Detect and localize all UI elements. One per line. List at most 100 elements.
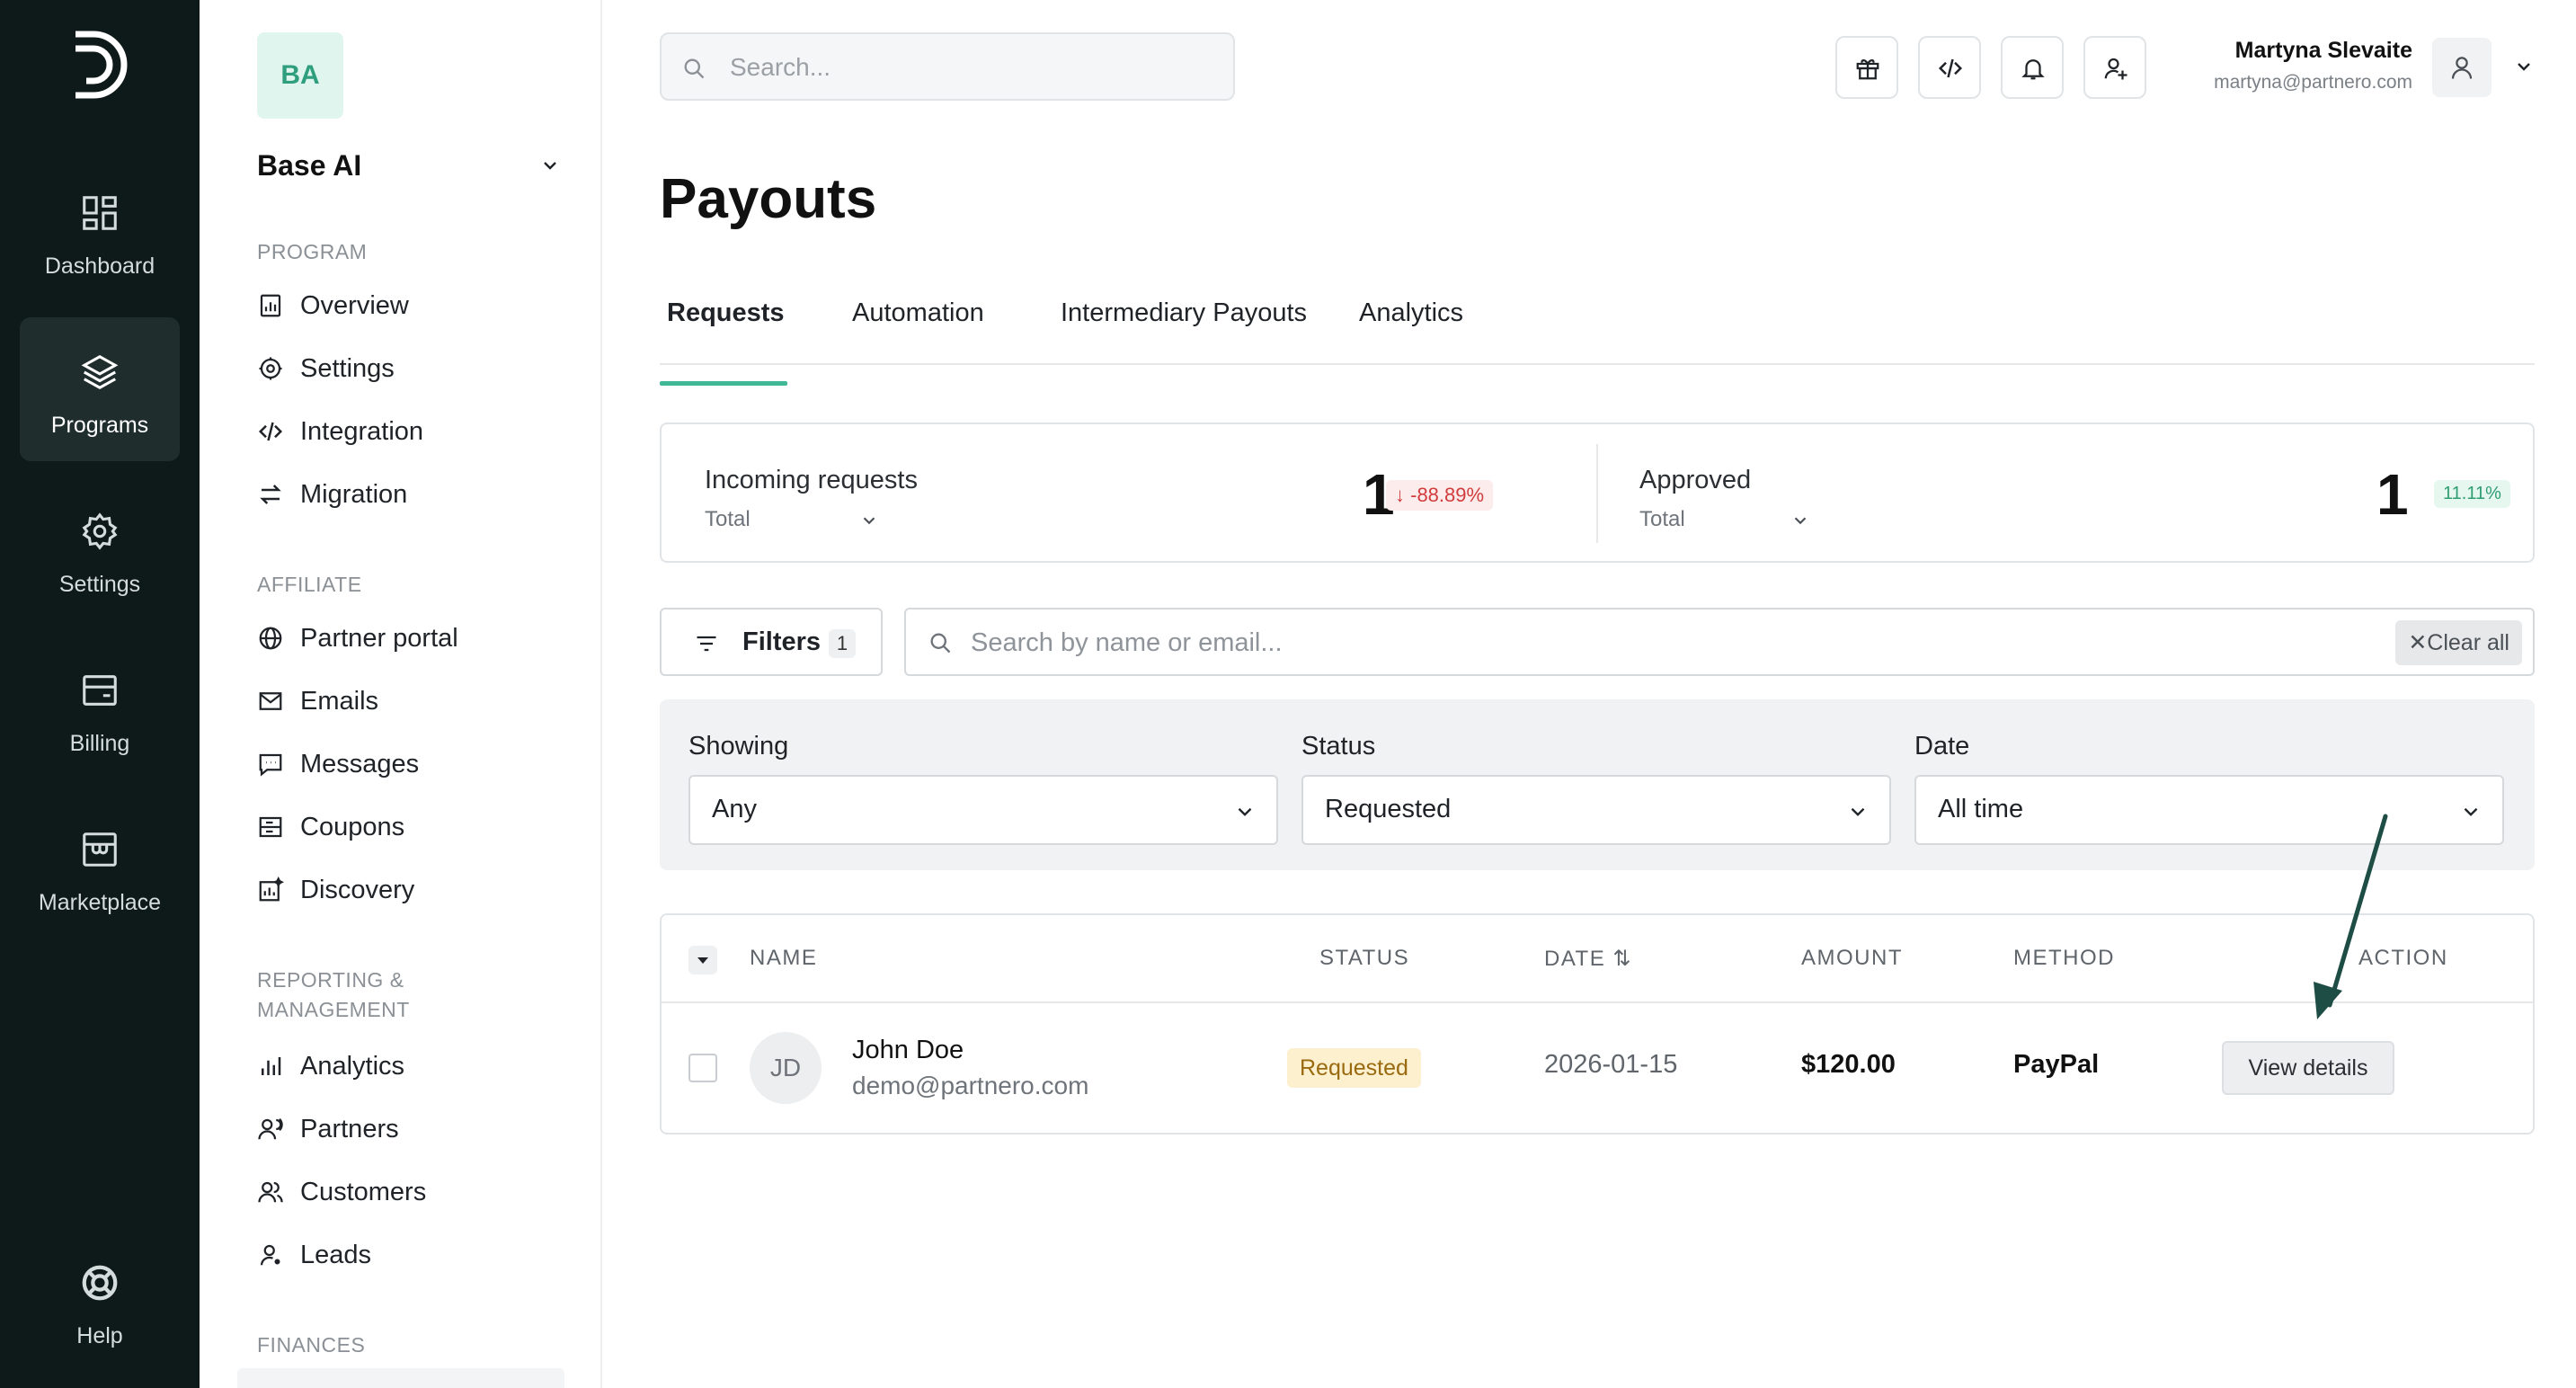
- column-header-date[interactable]: DATE ⇅: [1544, 946, 1632, 972]
- rail-item-label: Settings: [58, 572, 141, 597]
- rail-item-billing[interactable]: Billing: [20, 636, 180, 779]
- sidebar-item-label: Discovery: [300, 875, 415, 904]
- filter-status-select[interactable]: Requested: [1301, 775, 1891, 845]
- tab-label: Analytics: [1359, 298, 1464, 327]
- rail-item-label: Programs: [50, 413, 149, 438]
- filter-date-select[interactable]: All time: [1914, 775, 2504, 845]
- avatar: JD: [750, 1032, 822, 1104]
- rail-item-label: Dashboard: [44, 254, 155, 279]
- sidebar-item-migration[interactable]: Migration: [257, 475, 407, 514]
- global-search-input[interactable]: [730, 47, 1215, 88]
- rail-item-marketplace[interactable]: Marketplace: [20, 795, 180, 939]
- tab-label: Requests: [667, 298, 785, 327]
- program-sidebar: BA Base AI PROGRAM Overview Settings Int…: [200, 0, 602, 1388]
- bar-chart-icon: [262, 1057, 281, 1075]
- sidebar-item-discovery[interactable]: Discovery: [257, 870, 414, 910]
- user-avatar[interactable]: [2432, 38, 2492, 97]
- section-label-reporting: REPORTING & MANAGEMENT: [257, 965, 410, 1025]
- gift-button[interactable]: [1835, 36, 1898, 99]
- tab-label: Automation: [852, 298, 984, 327]
- stat-divider: [1596, 444, 1598, 543]
- rail-item-programs[interactable]: Programs: [20, 317, 180, 461]
- rail-item-settings[interactable]: Settings: [20, 476, 180, 620]
- filter-date-label: Date: [1914, 732, 1970, 761]
- sidebar-item-messages[interactable]: Messages: [257, 744, 419, 784]
- row-checkbox[interactable]: [688, 1054, 717, 1082]
- sidebar-item-customers[interactable]: Customers: [257, 1172, 426, 1212]
- rail-item-help[interactable]: Help: [20, 1228, 180, 1372]
- chevron-down-icon: [1851, 807, 1865, 816]
- stat-incoming-change: ↓ -88.89%: [1386, 480, 1494, 511]
- program-name[interactable]: Base AI: [257, 149, 361, 182]
- invite-user-button[interactable]: [2083, 36, 2146, 99]
- payouts-table: NAME STATUS DATE ⇅ AMOUNT METHOD ACTION …: [660, 913, 2535, 1134]
- sidebar-item-emails[interactable]: Emails: [257, 681, 378, 721]
- sidebar-item-partner-portal[interactable]: Partner portal: [257, 618, 458, 658]
- globe-icon: [259, 627, 282, 650]
- tab-analytics[interactable]: Analytics: [1359, 298, 1463, 365]
- sidebar-item-leads[interactable]: Leads: [257, 1235, 371, 1275]
- clear-all-button[interactable]: ✕Clear all: [2395, 620, 2522, 665]
- tab-bar: Requests Automation Intermediary Payouts…: [660, 279, 2535, 386]
- sidebar-item-label: Migration: [300, 479, 408, 509]
- notifications-button[interactable]: [2001, 36, 2064, 99]
- sidebar-item-finances-active[interactable]: [237, 1368, 564, 1388]
- chevron-down-icon[interactable]: [1790, 511, 1810, 530]
- chevron-down-icon[interactable]: [859, 511, 879, 530]
- sidebar-item-label: Messages: [300, 749, 420, 779]
- sidebar-item-coupons[interactable]: Coupons: [257, 807, 404, 847]
- tab-requests[interactable]: Requests: [660, 298, 787, 386]
- view-details-button[interactable]: View details: [2222, 1041, 2394, 1095]
- column-header-amount: AMOUNT: [1801, 946, 1903, 970]
- chevron-down-icon: [2464, 807, 2478, 816]
- tab-automation[interactable]: Automation: [852, 298, 984, 365]
- partnero-logo-icon[interactable]: [70, 29, 128, 101]
- chevron-down-icon[interactable]: [2513, 56, 2535, 77]
- rail-item-label: Billing: [69, 731, 130, 756]
- filters-button[interactable]: Filters 1: [660, 608, 883, 676]
- sidebar-item-label: Settings: [300, 353, 395, 383]
- column-header-status: STATUS: [1319, 946, 1410, 970]
- sidebar-item-analytics[interactable]: Analytics: [257, 1046, 404, 1086]
- payout-search-input[interactable]: [971, 622, 2301, 663]
- main-content: Martyna Slevaite martyna@partnero.com Pa…: [602, 0, 2576, 1388]
- stats-card: Incoming requests Total 1 ↓ -88.89% Appr…: [660, 423, 2535, 563]
- customers-icon: [258, 1181, 283, 1203]
- sidebar-item-partners[interactable]: Partners: [257, 1109, 399, 1149]
- stat-incoming-period[interactable]: Total: [705, 507, 751, 532]
- filter-showing-select[interactable]: Any: [688, 775, 1278, 845]
- caret-down-icon: [697, 957, 708, 964]
- stat-approved-period[interactable]: Total: [1639, 507, 1685, 532]
- rail-item-label: Marketplace: [38, 890, 162, 915]
- filter-panel: Showing Any Status Requested Date All ti…: [660, 699, 2535, 870]
- chevron-down-icon[interactable]: [539, 155, 561, 176]
- sidebar-item-label: Leads: [300, 1240, 372, 1269]
- stat-approved-title: Approved: [1639, 466, 1752, 494]
- filter-date-value: All time: [1938, 795, 2024, 823]
- sidebar-item-integration[interactable]: Integration: [257, 412, 423, 451]
- section-label-affiliate: AFFILIATE: [257, 573, 362, 596]
- sidebar-item-label: Emails: [300, 686, 379, 716]
- table-header: NAME STATUS DATE ⇅ AMOUNT METHOD ACTION: [662, 915, 2533, 1003]
- global-search[interactable]: [660, 32, 1235, 101]
- code-icon: [258, 422, 283, 441]
- stat-incoming-title: Incoming requests: [705, 466, 918, 494]
- app-rail: Dashboard Programs Settings Billing Mark…: [0, 0, 200, 1388]
- filter-showing-value: Any: [712, 795, 757, 823]
- user-name: Martyna Slevaite: [2234, 38, 2412, 63]
- section-label-program: PROGRAM: [257, 240, 368, 263]
- select-all-toggle[interactable]: [688, 946, 717, 974]
- filter-showing-label: Showing: [688, 732, 789, 761]
- sidebar-item-overview[interactable]: Overview: [257, 286, 409, 325]
- developer-button[interactable]: [1918, 36, 1981, 99]
- tab-intermediary-payouts[interactable]: Intermediary Payouts: [1061, 298, 1307, 365]
- sidebar-item-settings[interactable]: Settings: [257, 349, 395, 388]
- payout-search[interactable]: ✕Clear all: [904, 608, 2535, 676]
- rail-item-dashboard[interactable]: Dashboard: [20, 158, 180, 302]
- sidebar-item-label: Partners: [300, 1114, 399, 1143]
- page-title: Payouts: [660, 168, 877, 230]
- sidebar-item-label: Coupons: [300, 812, 405, 841]
- active-tab-indicator: [660, 381, 787, 386]
- filters-label: Filters: [742, 627, 822, 656]
- user-icon: [2451, 57, 2473, 79]
